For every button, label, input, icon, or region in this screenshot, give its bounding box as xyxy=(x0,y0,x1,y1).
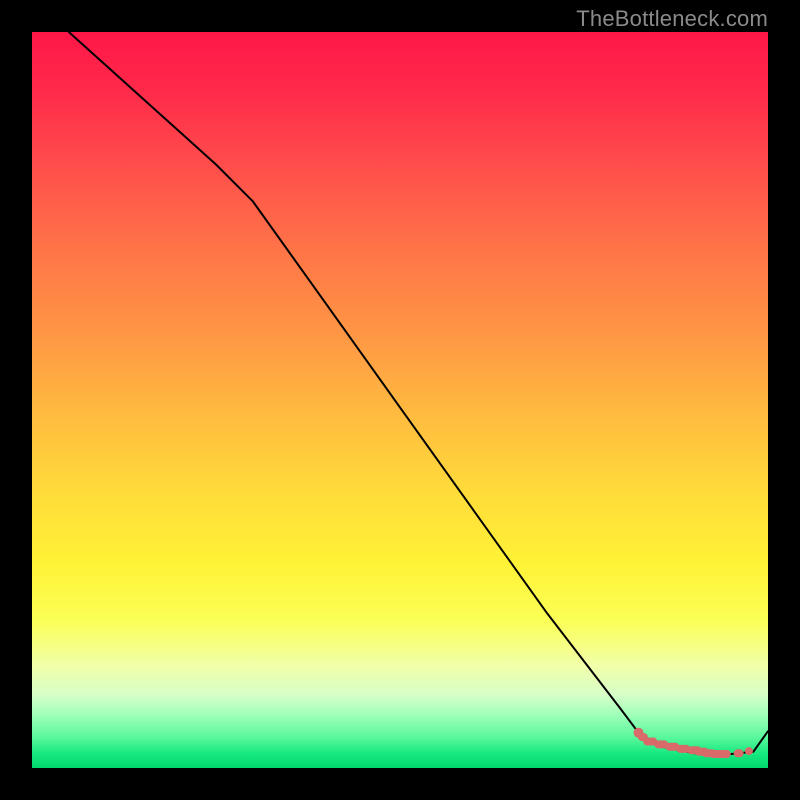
watermark-text: TheBottleneck.com xyxy=(576,6,768,32)
plot-gradient-area xyxy=(32,32,768,768)
chart-frame: { "watermark": "TheBottleneck.com", "col… xyxy=(0,0,800,800)
